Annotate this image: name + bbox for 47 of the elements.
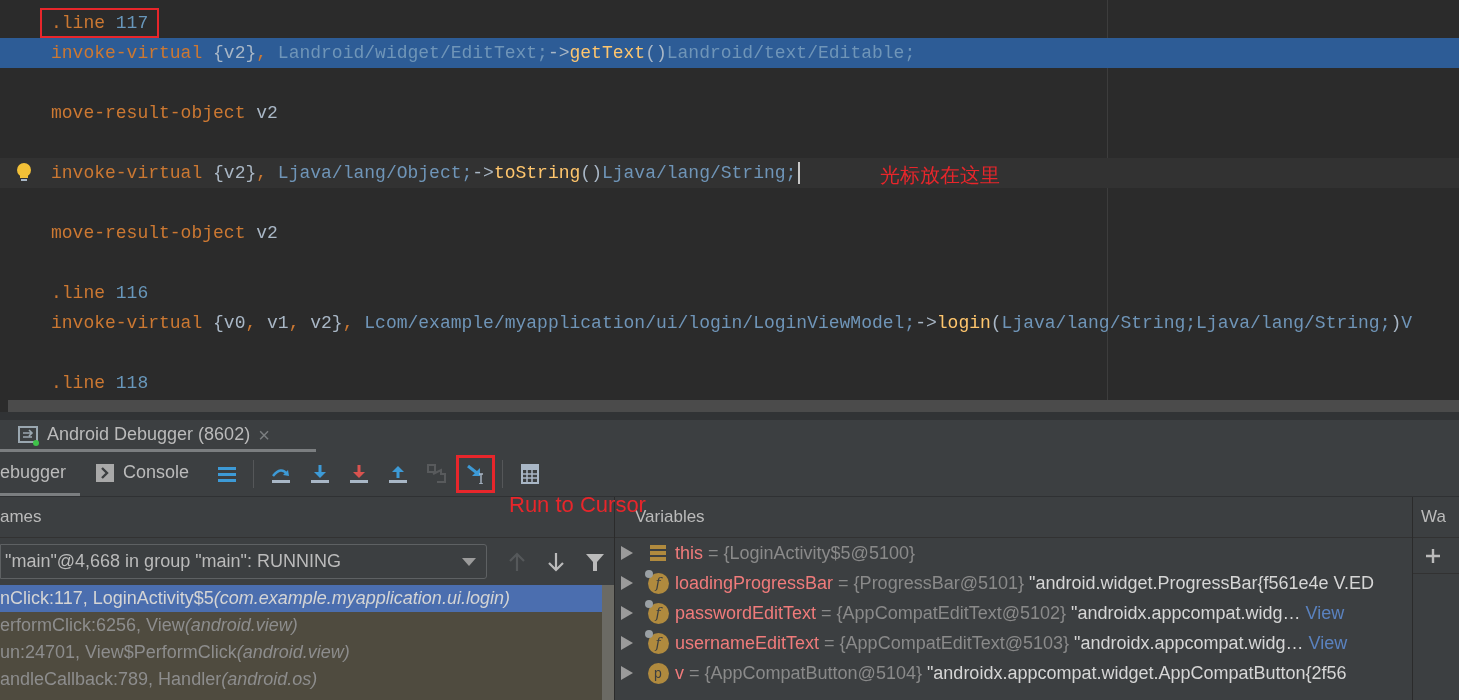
expand-arrow-icon[interactable] — [621, 576, 633, 590]
expand-arrow-icon[interactable] — [621, 546, 633, 560]
code-line: .line 116 — [51, 282, 149, 305]
debugger-window-icon — [18, 423, 40, 446]
view-link[interactable]: View — [1308, 629, 1348, 657]
variable-type-badge: f — [647, 602, 669, 624]
frames-header: ames — [0, 506, 42, 529]
code-line: move-result-object v2 — [51, 222, 278, 245]
force-step-into-icon — [348, 464, 369, 484]
variable-value: usernameEditText = {AppCompatEditText@5103} "androidx.appcompat.widg… — [675, 631, 1304, 655]
annotation-note: 光标放在这里 — [880, 163, 1000, 188]
drop-frame-icon — [426, 464, 447, 484]
run-to-cursor-icon — [465, 464, 486, 484]
console-icon — [96, 463, 114, 482]
frame-row[interactable]: nClick:117, LoginActivity$5(com.example.myapplication.ui.login) — [0, 585, 602, 612]
add-icon[interactable] — [1425, 547, 1441, 564]
debugger-tab[interactable]: ebugger — [0, 452, 80, 496]
variable-type-badge: f — [647, 632, 669, 654]
code-line: invoke-virtual {v0, v1, v2}, Lcom/example/myapplication/ui/login/LoginViewModel;->login(Ljava/lang/String;Ljava/lang/String;)V — [51, 312, 1413, 335]
step-into-icon — [309, 464, 330, 484]
debugger-tab[interactable]: Android Debugger (8602) — [18, 421, 251, 448]
variable-value: this = {LoginActivity$5@5100} — [675, 541, 915, 565]
variable-type-badge: p — [647, 662, 669, 684]
code-line: .line 117 — [51, 12, 149, 35]
layout-icon — [216, 464, 237, 484]
code-line: move-result-object v2 — [51, 102, 278, 125]
variable-value: loadingProgressBar = {ProgressBar@5101} "android.widget.ProgressBar{f561e4e V.ED — [675, 571, 1374, 595]
thread-dropdown[interactable]: "main"@4,668 in group "main": RUNNING — [0, 544, 487, 579]
expand-arrow-icon[interactable] — [621, 606, 633, 620]
expand-arrow-icon[interactable] — [621, 636, 633, 650]
variable-value: passwordEditText = {AppCompatEditText@5102} "androidx.appcompat.widg… — [675, 601, 1301, 625]
close-button[interactable]: × — [258, 424, 270, 445]
watches-header: Wa — [1421, 506, 1446, 529]
code-line: invoke-virtual {v2}, Ljava/lang/Object;->toString()Ljava/lang/String; — [51, 162, 797, 185]
expand-arrow-icon[interactable] — [621, 666, 633, 680]
dropdown-caret-icon — [462, 557, 476, 566]
variable-type-badge: f — [647, 572, 669, 594]
step-out-icon — [387, 464, 408, 484]
run-to-cursor-button[interactable] — [456, 455, 496, 493]
code-line: .line 118 — [51, 372, 149, 395]
variable-value: v = {AppCompatButton@5104} "androidx.appcompat.widget.AppCompatButton{2f56 — [675, 661, 1347, 685]
view-link[interactable]: View — [1305, 599, 1345, 627]
calculator-icon — [519, 464, 540, 484]
console-tab[interactable]: Console — [96, 452, 194, 496]
filter-icon[interactable] — [585, 551, 605, 572]
down-arrow-icon[interactable] — [546, 551, 566, 572]
code-line: invoke-virtual {v2}, Landroid/widget/EditText;->getText()Landroid/text/Editable; — [51, 42, 916, 65]
